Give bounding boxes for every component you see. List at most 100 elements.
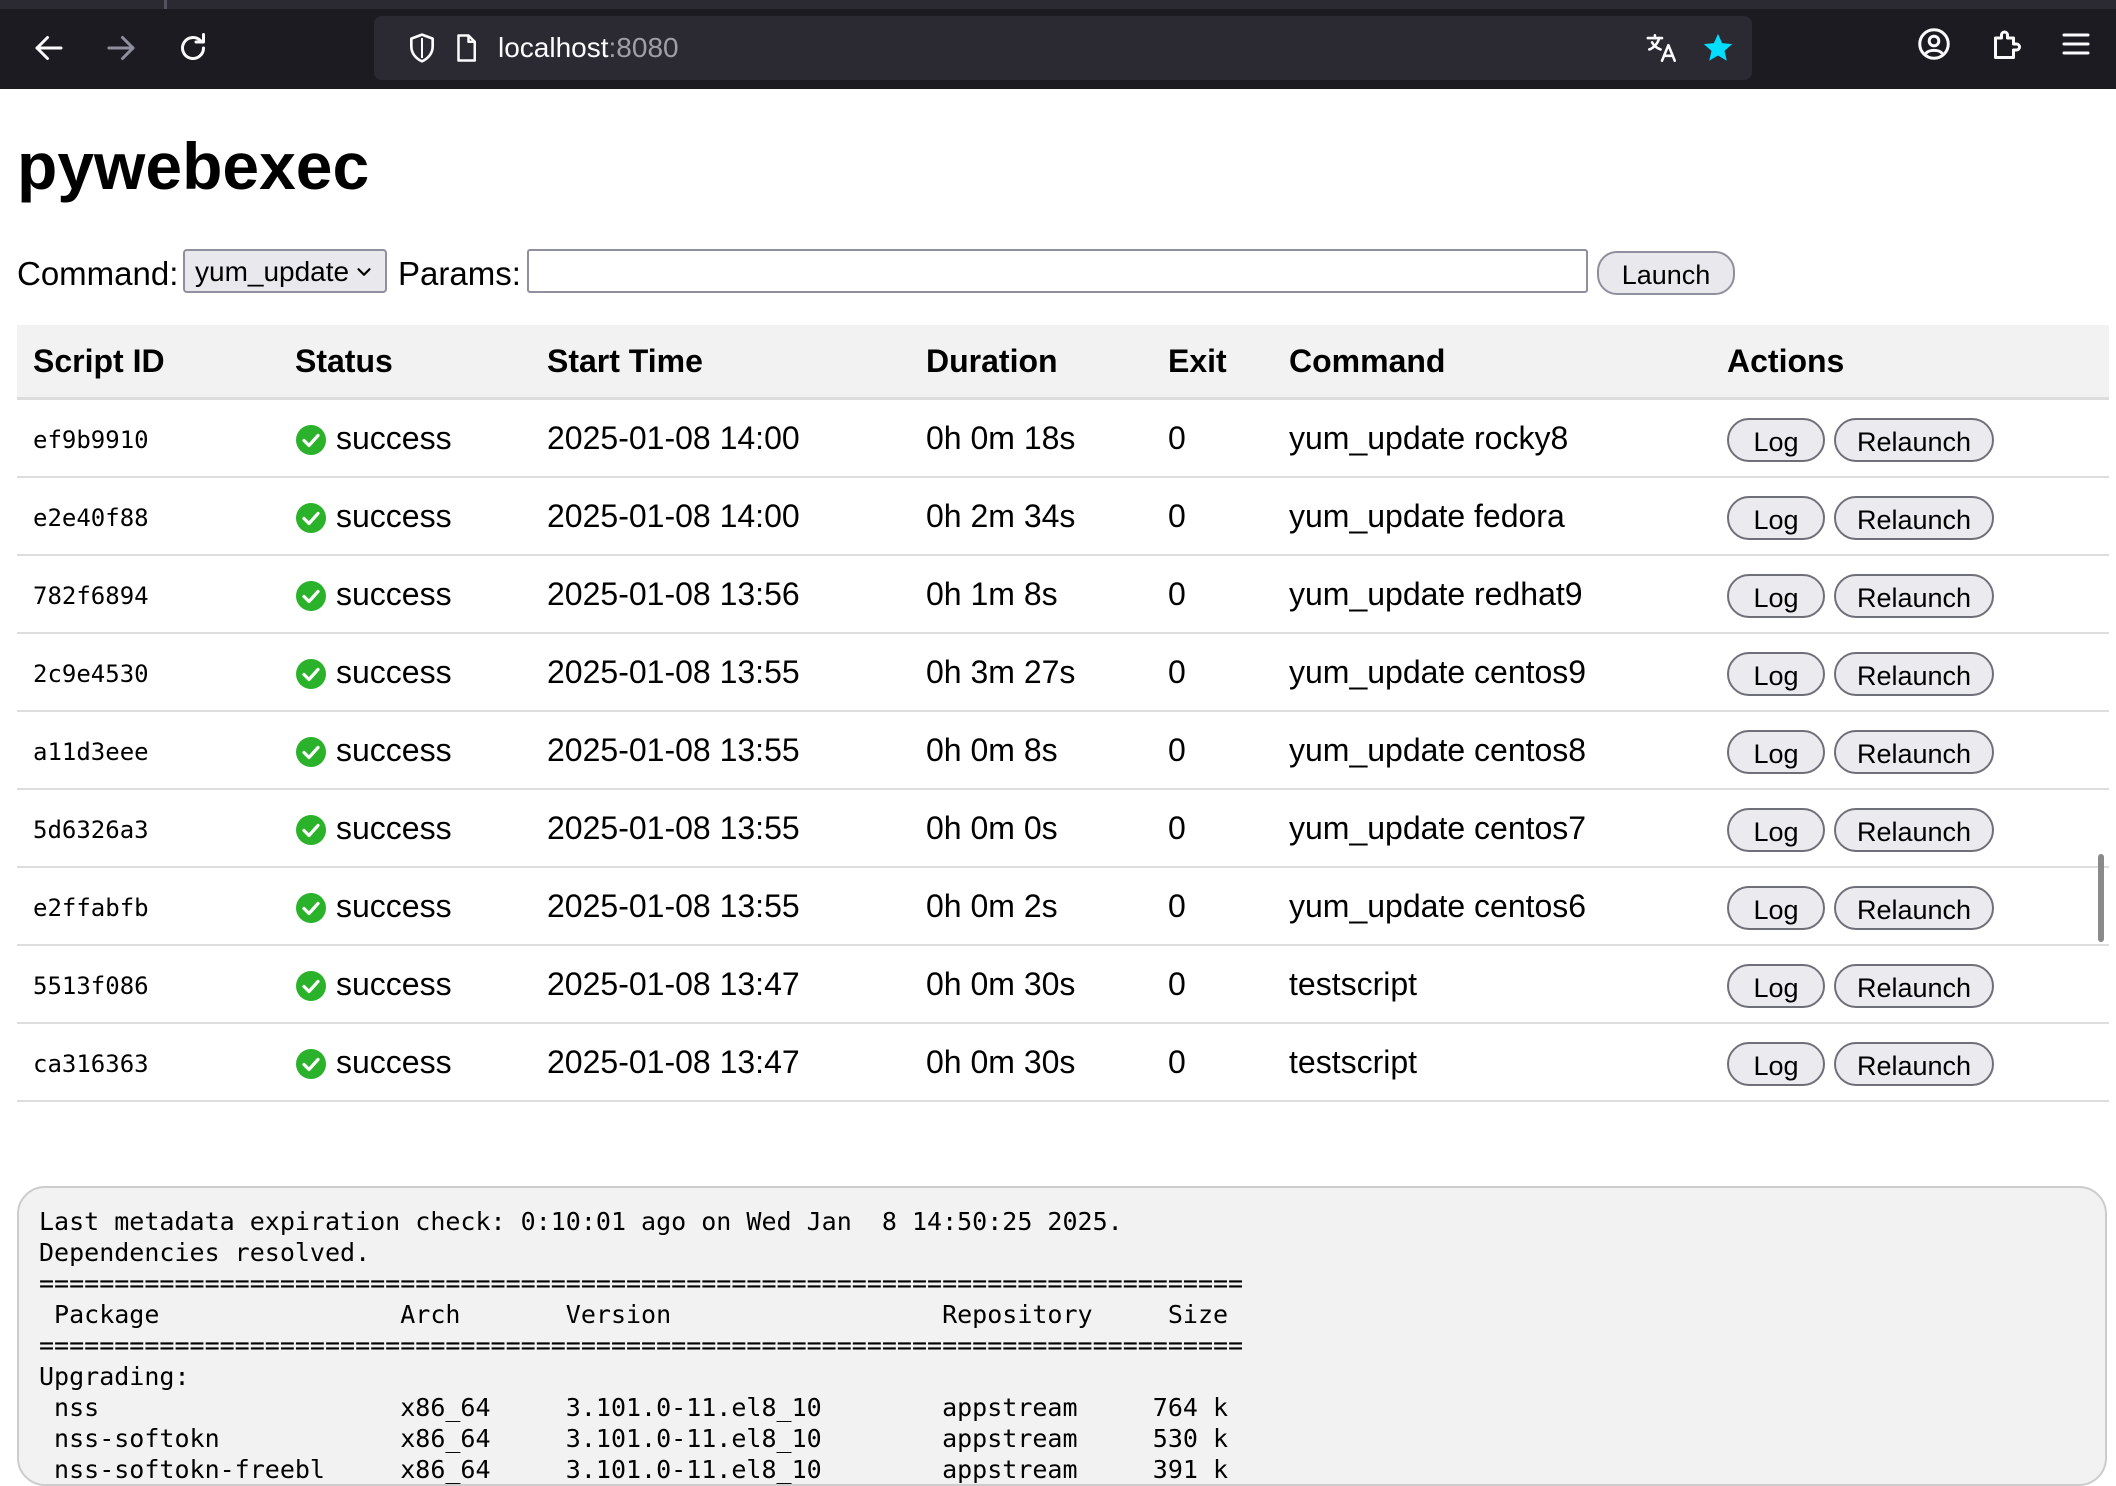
url-port: :8080 <box>608 32 679 63</box>
relaunch-button[interactable]: Relaunch <box>1834 886 1994 930</box>
page-title: pywebexec <box>17 129 370 203</box>
relaunch-button[interactable]: Relaunch <box>1834 964 1994 1008</box>
duration: 0h 1m 8s <box>926 576 1058 612</box>
relaunch-button[interactable]: Relaunch <box>1834 418 1994 462</box>
log-line: Last metadata expiration check: 0:10:01 … <box>39 1207 1123 1236</box>
chevron-down-icon <box>357 268 371 276</box>
forward-button[interactable] <box>95 22 147 74</box>
command: yum_update redhat9 <box>1289 576 1583 612</box>
table-row: e2e40f88 success 2025-01-08 14:00 0h 2m 34s… <box>17 478 2109 556</box>
exit-code: 0 <box>1168 420 1186 456</box>
script-id: ca316363 <box>33 1050 149 1078</box>
log-line: Upgrading: <box>39 1362 190 1391</box>
launch-button[interactable]: Launch <box>1597 251 1735 295</box>
command: yum_update centos7 <box>1289 810 1587 846</box>
translate-icon[interactable] <box>1644 30 1680 66</box>
command: yum_update centos6 <box>1289 888 1587 924</box>
duration: 0h 0m 8s <box>926 732 1058 768</box>
log-button[interactable]: Log <box>1727 652 1825 696</box>
menu-button[interactable] <box>2056 24 2096 64</box>
duration: 0h 2m 34s <box>926 498 1076 534</box>
url-bar[interactable]: localhost:8080 <box>374 16 1752 80</box>
status-text: success <box>336 888 452 924</box>
log-line: nss x86_64 3.101.0-11.el8_10 appstream 7… <box>39 1393 1229 1422</box>
header-script-id[interactable]: Script ID <box>33 343 165 380</box>
star-icon[interactable] <box>1700 30 1736 66</box>
table-row: 5d6326a3 success 2025-01-08 13:55 0h 0m 0s 0… <box>17 790 2109 868</box>
header-status[interactable]: Status <box>295 343 393 380</box>
log-button[interactable]: Log <box>1727 730 1825 774</box>
exit-code: 0 <box>1168 654 1186 690</box>
success-check-icon <box>296 971 326 1001</box>
log-line: ========================================… <box>39 1269 1244 1298</box>
command: yum_update fedora <box>1289 498 1565 534</box>
status-text: success <box>336 498 452 534</box>
browser-toolbar: localhost:8080 <box>0 0 2116 89</box>
log-line: Package Arch Version Repository Size <box>39 1300 1229 1329</box>
log-line: Dependencies resolved. <box>39 1238 371 1267</box>
table-row: ef9b9910 success 2025-01-08 14:00 0h 0m 18s… <box>17 400 2109 478</box>
header-command[interactable]: Command <box>1289 343 1445 380</box>
reload-button[interactable] <box>167 22 219 74</box>
log-button[interactable]: Log <box>1727 964 1825 1008</box>
relaunch-button[interactable]: Relaunch <box>1834 496 1994 540</box>
start-time: 2025-01-08 13:55 <box>547 732 800 768</box>
log-button[interactable]: Log <box>1727 496 1825 540</box>
relaunch-button[interactable]: Relaunch <box>1834 1042 1994 1086</box>
forward-arrow-icon <box>107 36 135 60</box>
relaunch-button[interactable]: Relaunch <box>1834 652 1994 696</box>
command-select-value: yum_update <box>195 256 350 287</box>
command-select[interactable]: yum_update <box>183 249 387 293</box>
duration: 0h 0m 18s <box>926 420 1076 456</box>
table-row: ca316363 success 2025-01-08 13:47 0h 0m 30s… <box>17 1024 2109 1102</box>
tab-strip <box>0 0 2116 9</box>
success-check-icon <box>296 737 326 767</box>
script-id: ef9b9910 <box>33 426 149 454</box>
success-check-icon <box>296 893 326 923</box>
success-check-icon <box>296 581 326 611</box>
extensions-button[interactable] <box>1986 24 2026 64</box>
command: yum_update centos9 <box>1289 654 1587 690</box>
menu-icon <box>2062 33 2090 55</box>
log-button[interactable]: Log <box>1727 808 1825 852</box>
start-time: 2025-01-08 13:47 <box>547 1044 800 1080</box>
log-line: nss-softokn-freebl x86_64 3.101.0-11.el8… <box>39 1455 1229 1484</box>
page-icon[interactable] <box>448 30 484 66</box>
exit-code: 0 <box>1168 732 1186 768</box>
relaunch-button[interactable]: Relaunch <box>1834 574 1994 618</box>
log-button[interactable]: Log <box>1727 886 1825 930</box>
header-exit[interactable]: Exit <box>1168 343 1227 380</box>
log-button[interactable]: Log <box>1727 1042 1825 1086</box>
log-button[interactable]: Log <box>1727 574 1825 618</box>
status-text: success <box>336 654 452 690</box>
command: testscript <box>1289 966 1418 1002</box>
relaunch-button[interactable]: Relaunch <box>1834 808 1994 852</box>
header-duration[interactable]: Duration <box>926 343 1058 380</box>
account-button[interactable] <box>1914 24 1954 64</box>
header-start-time[interactable]: Start Time <box>547 343 703 380</box>
shield-icon[interactable] <box>404 30 440 66</box>
params-input[interactable] <box>527 249 1588 293</box>
log-output-panel[interactable]: Last metadata expiration check: 0:10:01 … <box>17 1186 2107 1486</box>
status-text: success <box>336 966 452 1002</box>
back-button[interactable] <box>23 22 75 74</box>
page-scrollbar[interactable] <box>2098 854 2104 942</box>
launch-form: Command: yum_update Params: Launch <box>17 249 1737 299</box>
table-row: 5513f086 success 2025-01-08 13:47 0h 0m 30s… <box>17 946 2109 1024</box>
relaunch-button[interactable]: Relaunch <box>1834 730 1994 774</box>
url-text[interactable]: localhost:8080 <box>498 30 679 66</box>
exit-code: 0 <box>1168 966 1186 1002</box>
success-check-icon <box>296 659 326 689</box>
start-time: 2025-01-08 13:55 <box>547 810 800 846</box>
command-label: Command: <box>17 255 179 292</box>
script-id: 2c9e4530 <box>33 660 149 688</box>
start-time: 2025-01-08 14:00 <box>547 498 800 534</box>
back-arrow-icon <box>35 36 63 60</box>
success-check-icon <box>296 1049 326 1079</box>
log-output-text: Last metadata expiration check: 0:10:01 … <box>39 1206 1244 1484</box>
header-actions: Actions <box>1727 343 1845 379</box>
log-button[interactable]: Log <box>1727 418 1825 462</box>
status-text: success <box>336 732 452 768</box>
duration: 0h 0m 30s <box>926 966 1076 1002</box>
url-host: localhost <box>498 32 609 63</box>
